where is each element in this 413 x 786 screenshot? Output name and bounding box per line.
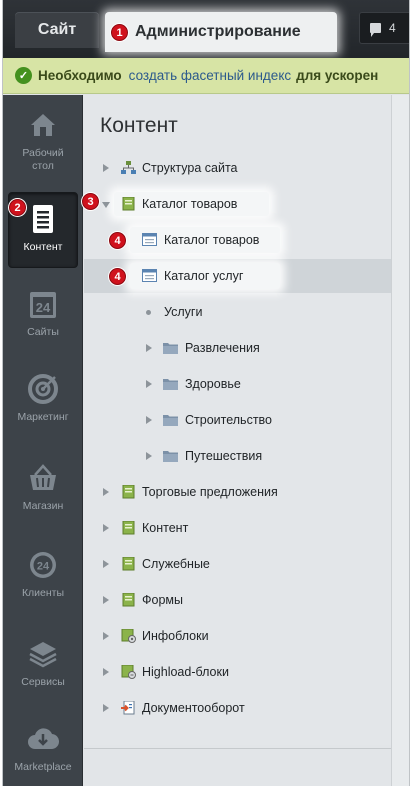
layers-icon [29,642,57,668]
callout-badge: 3 [82,193,99,210]
expand-arrow-icon[interactable] [103,164,109,172]
menu-item-clients[interactable]: 24 Клиенты [3,549,83,625]
menu-item-marketplace[interactable]: Marketplace [3,723,83,786]
admin-window: Сайт Администрирование 4 ✓ Необходимо со… [2,0,410,786]
menu-item-label: Контент [23,241,63,253]
expand-arrow-icon[interactable] [103,524,109,532]
folder-icon [163,451,178,462]
infoblock-settings-icon [121,629,136,643]
site-structure-icon [121,161,136,174]
expand-arrow-icon[interactable] [146,416,152,424]
notifications-button[interactable]: 4 [359,12,409,44]
infoblock-type-icon [122,521,135,535]
expand-arrow-icon[interactable] [146,344,152,352]
infoblock-icon [142,233,157,246]
divider [84,748,391,749]
folder-icon [163,379,178,390]
tree-item-active[interactable]: Каталог услуг [84,259,391,293]
callout-badge: 2 [9,199,26,216]
menu-item-sites[interactable]: 24 Сайты [3,288,83,364]
tree-item[interactable]: Развлечения [84,331,391,365]
menu-item-label: Клиенты [21,587,65,599]
notice-bar: ✓ Необходимо создать фасетный индекс для… [3,58,409,94]
scrollbar[interactable] [391,95,409,786]
tree-item[interactable]: Контент [84,511,391,545]
cloud-download-icon [28,728,59,750]
folder-icon [163,415,178,426]
tree-item[interactable]: Каталог товаров [84,187,391,221]
bullet-icon [146,310,151,315]
tree-item[interactable]: Highload-блоки [84,655,391,689]
svg-text:24: 24 [36,300,51,315]
infoblock-type-icon [122,197,135,211]
menu-item-label: Магазин [22,500,64,512]
tree-item[interactable]: Услуги [84,295,391,329]
menu-item-shop[interactable]: Магазин [3,462,83,538]
tree-item[interactable]: Формы [84,583,391,617]
expand-arrow-icon[interactable] [146,380,152,388]
infoblock-type-icon [122,593,135,607]
notice-link[interactable]: создать фасетный индекс [129,68,291,83]
expand-arrow-icon[interactable] [103,596,109,604]
callout-badge: 4 [109,232,126,249]
tree-item[interactable]: Структура сайта [84,151,391,185]
expand-arrow-icon[interactable] [146,452,152,460]
home-icon [31,114,55,136]
infoblock-type-icon [122,485,135,499]
notice-bold: Необходимо [38,68,122,83]
tree-item[interactable]: Торговые предложения [84,475,391,509]
check-icon: ✓ [15,67,32,84]
tree-item[interactable]: Инфоблоки [84,619,391,653]
infoblock-icon [142,269,157,282]
expand-arrow-icon[interactable] [103,560,109,568]
folder-icon [163,343,178,354]
callout-badge: 4 [109,268,126,285]
callout-badge: 1 [111,24,128,41]
menu-item-services[interactable]: Сервисы [3,638,83,714]
tree-item[interactable]: Здоровье [84,367,391,401]
svg-text:24: 24 [37,561,50,573]
menu-item-desktop[interactable]: Рабочий стол [3,109,83,185]
menu-item-label: Маркетинг [17,411,69,423]
menu-item-label: Сайты [27,326,59,338]
tree-item[interactable]: Путешествия [84,439,391,473]
expand-arrow-icon[interactable] [103,632,109,640]
tree-item[interactable]: Каталог товаров [84,223,391,257]
clients-24-icon: 24 [30,552,56,578]
tree-item[interactable]: Строительство [84,403,391,437]
menu-item-label: Рабочий стол [22,147,64,172]
highload-icon [121,665,136,679]
collapse-arrow-icon[interactable] [102,202,110,208]
document-icon [33,205,53,233]
tree-item[interactable]: Документооборот [84,691,391,725]
menu-item-marketing[interactable]: Маркетинг [3,373,83,449]
notifications-count: 4 [389,21,396,35]
calendar-24-icon: 24 [30,292,56,318]
expand-arrow-icon[interactable] [103,488,109,496]
basket-icon [30,464,56,490]
tab-administration[interactable]: Администрирование [105,12,337,52]
infoblock-type-icon [122,557,135,571]
page-title: Контент [100,114,178,137]
menu-item-label: Сервисы [21,676,65,688]
tab-site[interactable]: Сайт [15,12,99,48]
top-panel: Сайт Администрирование 4 [3,0,409,58]
expand-arrow-icon[interactable] [103,704,109,712]
menu-item-label: Marketplace [14,761,72,773]
workflow-icon [121,701,135,715]
expand-arrow-icon[interactable] [103,668,109,676]
notice-rest: для ускорен [296,68,379,83]
target-icon [28,374,58,404]
notification-icon [370,23,381,37]
tree-item[interactable]: Служебные [84,547,391,581]
